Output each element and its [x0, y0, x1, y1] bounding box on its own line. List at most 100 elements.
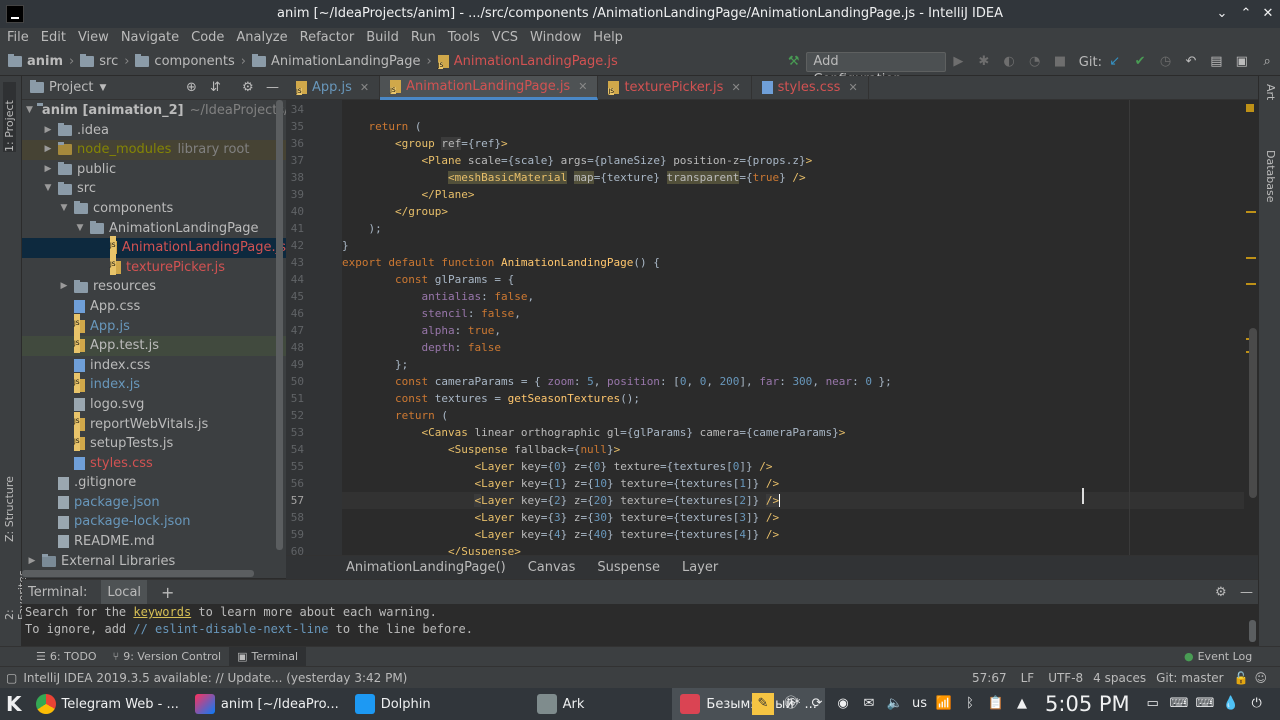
project-structure-icon[interactable]: ▤: [1209, 54, 1224, 70]
coverage-icon[interactable]: ◐: [1002, 54, 1017, 70]
volume-icon[interactable]: 🔈: [886, 696, 904, 712]
tree-item-components[interactable]: ▼ components: [22, 199, 286, 219]
line-separator[interactable]: LF: [1021, 671, 1035, 685]
menu-view[interactable]: View: [72, 28, 115, 48]
locate-file-icon[interactable]: ⊕: [186, 80, 197, 95]
tree-item-reportwebvitals-js[interactable]: reportWebVitals.js: [22, 412, 286, 435]
status-message[interactable]: IntelliJ IDEA 2019.3.5 available: // Upd…: [23, 671, 407, 685]
editor-gutter[interactable]: 34 35 36 37 38 39 40 41 42 43 44 45 46 47 48 49 50 51 52 53…: [286, 100, 364, 558]
project-hscrollbar[interactable]: [22, 570, 254, 577]
indent-setting[interactable]: 4 spaces: [1093, 671, 1146, 685]
tree-item-styles-css[interactable]: styles.css: [22, 454, 286, 474]
version-control-tool-button[interactable]: ⑂ 9: Version Control: [105, 647, 230, 667]
new-terminal-icon[interactable]: +: [161, 583, 174, 602]
tree-item-readme-md[interactable]: README.md: [22, 532, 286, 552]
tree-item-resources[interactable]: ▶ resources: [22, 277, 286, 297]
hide-panel-icon[interactable]: —: [1240, 585, 1253, 600]
menu-refactor[interactable]: Refactor: [294, 28, 361, 48]
keyboard-layout[interactable]: us: [912, 696, 927, 712]
git-update-icon[interactable]: ↙: [1107, 54, 1122, 70]
keyboard-icon[interactable]: ⌨: [1170, 696, 1189, 712]
warning-marker[interactable]: [1246, 283, 1256, 285]
todo-tool-button[interactable]: ☰ 6: TODO: [28, 647, 105, 667]
vpn-icon[interactable]: ◉: [834, 696, 852, 712]
tree-item-package-lock-json[interactable]: package-lock.json: [22, 512, 286, 532]
menu-tools[interactable]: Tools: [442, 28, 486, 48]
add-configuration-button[interactable]: Add Configuration...: [806, 52, 946, 87]
breadcrumb-components[interactable]: components ›: [135, 54, 246, 69]
tree-item-animationlandingpage-js[interactable]: AnimationLandingPage.js: [22, 235, 286, 258]
tree-item-index-css[interactable]: index.css: [22, 356, 286, 376]
git-history-icon[interactable]: ◷: [1158, 54, 1173, 70]
menu-build[interactable]: Build: [360, 28, 405, 48]
run-icon[interactable]: ▶: [951, 54, 966, 70]
database-tool-button[interactable]: Database: [1264, 150, 1277, 203]
hide-panel-icon[interactable]: —: [266, 80, 279, 95]
menu-code[interactable]: Code: [185, 28, 230, 48]
breadcrumb-src[interactable]: src ›: [80, 54, 129, 69]
tree-item-external-libraries[interactable]: ▶ External Libraries: [22, 552, 286, 572]
project-tool-button[interactable]: 1: Project: [3, 82, 16, 152]
minimize-icon[interactable]: ⌄: [1214, 6, 1230, 22]
terminal-tab-local[interactable]: Local: [101, 579, 148, 605]
tree-item-src[interactable]: ▼ src: [22, 179, 286, 199]
tab-texturepicker-js[interactable]: texturePicker.js✕: [598, 75, 752, 100]
notes-icon[interactable]: ✎: [752, 693, 774, 715]
tree-item-public[interactable]: ▶ public: [22, 160, 286, 180]
tree-item-node-modules[interactable]: ▶ node_modules library root: [22, 140, 286, 160]
warning-icon[interactable]: [1246, 104, 1254, 112]
menu-file[interactable]: File: [1, 28, 35, 48]
tree-item-logo-svg[interactable]: logo.svg: [22, 395, 286, 415]
presentation-icon[interactable]: ▣: [1234, 54, 1249, 70]
code-editor[interactable]: return ( <group ref={ref}> <Plane scale=…: [342, 100, 1248, 555]
close-tab-icon[interactable]: ✕: [731, 81, 740, 94]
breadcrumb-animationlandingpage[interactable]: AnimationLandingPage ›: [251, 54, 432, 69]
search-everywhere-icon[interactable]: ⌕: [1259, 54, 1274, 70]
terminal-output[interactable]: Search for the keywords to learn more ab…: [22, 604, 1258, 644]
terminal-tool-button[interactable]: ▣ Terminal: [229, 646, 307, 667]
git-rollback-icon[interactable]: ↶: [1183, 54, 1198, 70]
menu-run[interactable]: Run: [405, 28, 442, 48]
close-icon[interactable]: ✕: [1260, 6, 1276, 22]
caret-position[interactable]: 57:67: [972, 671, 1007, 685]
gear-icon[interactable]: ⚙: [242, 80, 254, 95]
clipboard-icon[interactable]: 📋: [987, 696, 1005, 712]
debug-icon[interactable]: ✱: [976, 54, 991, 70]
code-crumb-layer[interactable]: Layer: [682, 560, 718, 575]
tree-item-package-json[interactable]: package.json: [22, 493, 286, 513]
tree-item-app-js[interactable]: App.js: [22, 314, 286, 337]
show-desktop-icon[interactable]: ▭: [1144, 696, 1162, 712]
file-encoding[interactable]: UTF-8: [1048, 671, 1083, 685]
menu-help[interactable]: Help: [587, 28, 629, 48]
wifi-icon[interactable]: 📶: [935, 696, 953, 712]
tray-expand-icon[interactable]: ▲: [1013, 696, 1031, 712]
menu-navigate[interactable]: Navigate: [115, 28, 185, 48]
warning-marker[interactable]: [1246, 257, 1256, 259]
tree-item-app-test-js[interactable]: App.test.js: [22, 333, 286, 356]
app-launcher-icon[interactable]: K: [0, 688, 28, 720]
git-branch[interactable]: Git: master: [1156, 671, 1224, 685]
terminal-scrollbar[interactable]: [1249, 620, 1256, 642]
profile-icon[interactable]: ◔: [1027, 54, 1042, 70]
close-tab-icon[interactable]: ✕: [848, 81, 857, 94]
notification-count-icon[interactable]: ⑯: [782, 696, 800, 712]
lock-icon[interactable]: 🔓: [1234, 671, 1249, 685]
menu-edit[interactable]: Edit: [35, 28, 72, 48]
stop-icon[interactable]: ■: [1052, 54, 1067, 70]
gear-icon[interactable]: ⚙: [1215, 585, 1227, 600]
breadcrumb-project[interactable]: anim ›: [8, 54, 74, 69]
code-crumb-canvas[interactable]: Canvas: [528, 560, 576, 575]
menu-window[interactable]: Window: [524, 28, 587, 48]
project-view-selector[interactable]: Project: [49, 80, 93, 95]
updates-icon[interactable]: ⟳: [808, 696, 826, 712]
tree-item-texturepicker-js[interactable]: texturePicker.js: [22, 255, 286, 278]
chevron-down-icon[interactable]: ▼: [99, 83, 106, 93]
keywords-link[interactable]: keywords: [133, 605, 191, 619]
code-crumb-function[interactable]: AnimationLandingPage(): [346, 560, 506, 575]
build-hammer-icon[interactable]: ⚒: [786, 54, 801, 70]
status-toggle-icon[interactable]: ▢: [6, 671, 17, 685]
tree-item-root[interactable]: ▼ anim [animation_2] ~/IdeaProjects/anim: [22, 101, 321, 121]
task-ark[interactable]: Ark: [529, 688, 593, 720]
tree-item-animationlandingpage-dir[interactable]: ▼ AnimationLandingPage: [22, 219, 286, 239]
clock[interactable]: 5:05 PM: [1045, 692, 1130, 716]
